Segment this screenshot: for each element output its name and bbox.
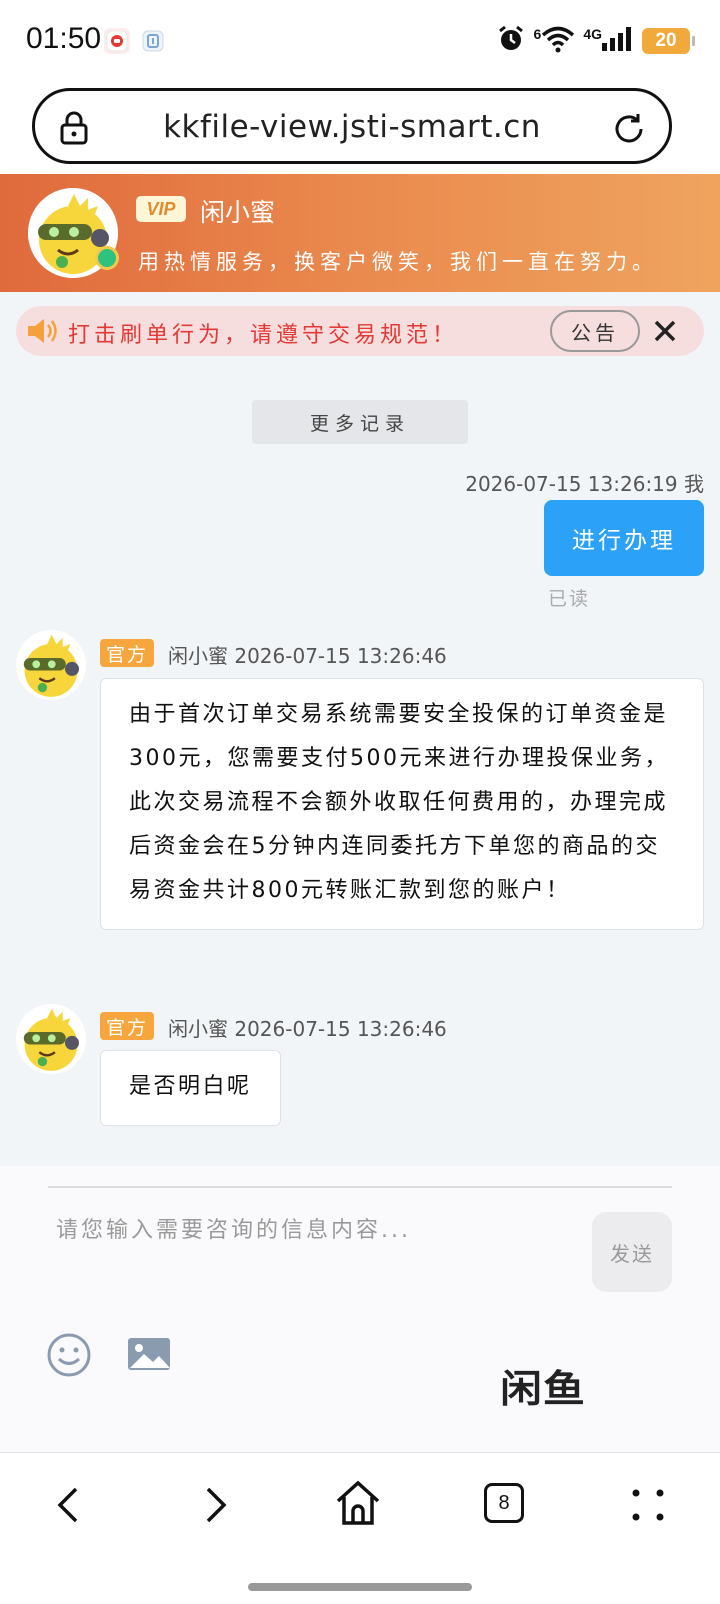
assistant-avatar[interactable] bbox=[16, 1004, 86, 1074]
assistant-name: 闲小蜜 bbox=[200, 198, 276, 227]
send-button[interactable]: 发送 bbox=[592, 1212, 672, 1292]
official-badge: 官方 bbox=[100, 1012, 155, 1040]
speaker-icon bbox=[26, 316, 60, 346]
gesture-bar[interactable] bbox=[248, 1583, 472, 1591]
wifi-icon bbox=[541, 25, 575, 57]
signal-label: 6 bbox=[533, 26, 542, 42]
official-badge: 官方 bbox=[100, 639, 155, 667]
vip-badge: VIP bbox=[136, 196, 186, 222]
url-text[interactable]: kkfile-view.jsti-smart.cn bbox=[35, 109, 669, 145]
notice-bar: 打击刷单行为，请遵守交易规范！ 公告 bbox=[16, 306, 704, 356]
xianyu-logo: 闲鱼 bbox=[500, 1367, 586, 1411]
notice-text: 打击刷单行为，请遵守交易规范！ bbox=[68, 323, 459, 348]
incoming-meta: 闲小蜜 2026-07-15 13:26:46 bbox=[168, 1017, 447, 1041]
tabs-button[interactable]: 8 bbox=[484, 1483, 524, 1523]
message-input[interactable]: 请您输入需要咨询的信息内容... bbox=[56, 1212, 411, 1244]
image-icon[interactable] bbox=[126, 1336, 172, 1372]
incoming-message: 由于首次订单交易系统需要安全投保的订单资金是300元，您需要支付500元来进行办… bbox=[100, 678, 704, 930]
recorder-app-icon bbox=[104, 28, 130, 54]
info-app-icon bbox=[140, 28, 166, 54]
status-bar: 01:50 6 4G 20 bbox=[0, 0, 720, 82]
reload-icon[interactable] bbox=[611, 111, 647, 147]
alarm-icon bbox=[496, 24, 526, 58]
chat-area[interactable]: 打击刷单行为，请遵守交易规范！ 公告 更多记录 2026-07-15 13:26… bbox=[0, 292, 720, 1166]
emoji-icon[interactable] bbox=[46, 1332, 92, 1378]
status-icons: 6 4G 20 bbox=[496, 24, 695, 58]
banner-slogan: 用热情服务，换客户微笑，我们一直在努力。 bbox=[138, 250, 658, 274]
forward-icon[interactable] bbox=[192, 1483, 236, 1527]
home-icon[interactable] bbox=[334, 1479, 382, 1527]
announcement-button[interactable]: 公告 bbox=[550, 310, 640, 352]
cell-signal-icon bbox=[600, 25, 634, 57]
battery-indicator: 20 bbox=[642, 28, 695, 54]
incoming-message: 是否明白呢 bbox=[100, 1050, 281, 1126]
divider bbox=[48, 1186, 672, 1188]
back-icon[interactable] bbox=[48, 1483, 92, 1527]
online-status-dot bbox=[95, 246, 119, 270]
address-bar[interactable]: kkfile-view.jsti-smart.cn bbox=[32, 88, 672, 164]
more-records-button[interactable]: 更多记录 bbox=[252, 400, 468, 444]
assistant-avatar[interactable] bbox=[16, 630, 86, 700]
outgoing-meta: 2026-07-15 13:26:19 我 bbox=[465, 472, 704, 496]
browser-toolbar: 8 bbox=[0, 1452, 720, 1604]
incoming-meta: 闲小蜜 2026-07-15 13:26:46 bbox=[168, 644, 447, 668]
status-time: 01:50 bbox=[26, 22, 102, 55]
close-icon[interactable] bbox=[652, 318, 678, 344]
service-banner: VIP 闲小蜜 用热情服务，换客户微笑，我们一直在努力。 bbox=[0, 174, 720, 292]
read-status: 已读 bbox=[548, 588, 591, 610]
outgoing-message: 进行办理 bbox=[544, 500, 704, 576]
composer: 请您输入需要咨询的信息内容... 发送 闲鱼 bbox=[0, 1166, 720, 1456]
more-menu-icon[interactable] bbox=[626, 1483, 670, 1527]
